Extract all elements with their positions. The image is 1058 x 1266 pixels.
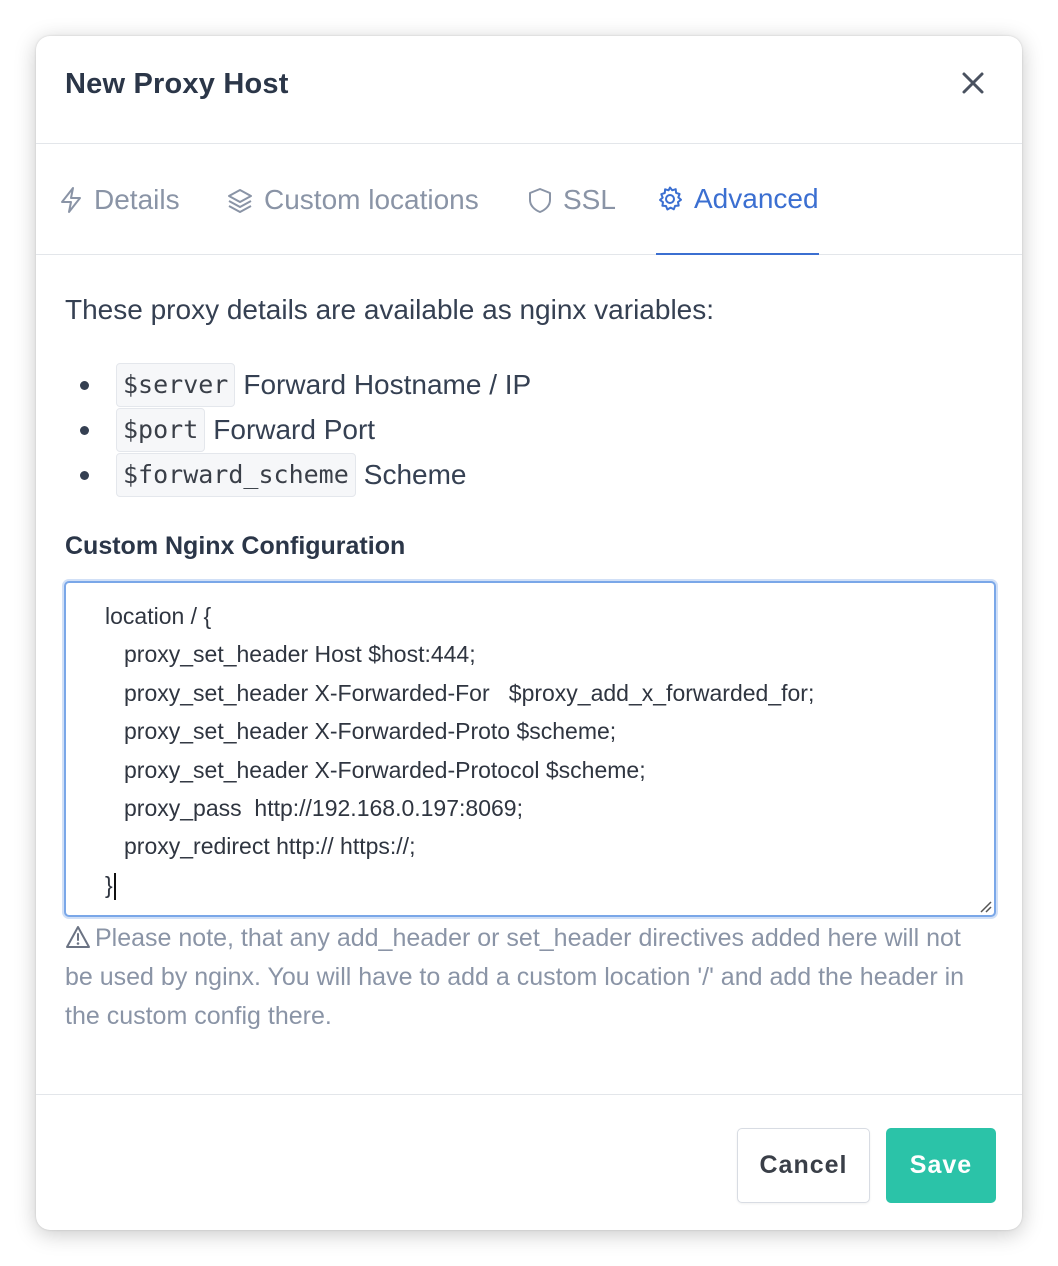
code-line-text: } (105, 871, 113, 898)
variable-description: Forward Hostname / IP (243, 368, 532, 400)
tab-custom-locations[interactable]: Custom locations (226, 145, 479, 255)
list-item: $port Forward Port (79, 407, 531, 452)
cancel-button[interactable]: Cancel (737, 1128, 870, 1203)
save-button[interactable]: Save (886, 1128, 996, 1203)
tab-bar: Details Custom locations SSL Advanced (36, 145, 1022, 255)
text-cursor (113, 873, 116, 901)
variable-description: Scheme (363, 458, 467, 490)
tab-ssl[interactable]: SSL (527, 145, 616, 255)
tab-label: Details (94, 184, 180, 215)
new-proxy-host-modal: New Proxy Host Details Custom locations (36, 36, 1022, 1230)
code-line: proxy_set_header X-Forwarded-Protocol $s… (124, 756, 646, 783)
code-line: proxy_redirect http:// https://; (124, 833, 416, 860)
list-item: $server Forward Hostname / IP (79, 362, 532, 407)
tab-label: Advanced (694, 183, 819, 214)
config-label: Custom Nginx Configuration (65, 532, 406, 560)
resize-grip-icon[interactable] (976, 897, 992, 913)
modal-header: New Proxy Host (36, 36, 1022, 144)
gear-icon (659, 186, 682, 211)
code-line: proxy_set_header X-Forwarded-For $proxy_… (124, 679, 815, 706)
code-line: location / { (105, 603, 212, 629)
variable-code: $port (116, 407, 206, 452)
variables-list: $server Forward Hostname / IP $port Forw… (79, 362, 532, 497)
note-text: Please note, that any add_header or set_… (65, 924, 965, 1030)
shield-icon (529, 188, 551, 213)
tab-advanced[interactable]: Advanced (656, 145, 819, 255)
code-line: proxy_set_header X-Forwarded-Proto $sche… (124, 718, 617, 745)
tab-details[interactable]: Details (58, 145, 180, 255)
code-line: proxy_set_header Host $host:444; (124, 641, 476, 668)
config-note: Please note, that any add_header or set_… (65, 919, 995, 1036)
variable-code: $forward_scheme (116, 452, 356, 497)
variable-code: $server (116, 362, 236, 407)
tab-label: SSL (563, 184, 616, 215)
code-line: proxy_pass http://192.168.0.197:8069; (124, 794, 523, 821)
modal-footer: Cancel Save (36, 1094, 1022, 1230)
variable-description: Forward Port (213, 413, 376, 445)
list-item: $forward_scheme Scheme (79, 452, 531, 497)
tab-label: Custom locations (264, 184, 479, 215)
layers-icon (228, 189, 252, 213)
variables-intro: These proxy details are available as ngi… (65, 294, 715, 325)
warning-icon (66, 926, 90, 948)
modal-title: New Proxy Host (65, 68, 289, 100)
bolt-icon (61, 187, 81, 213)
close-icon[interactable] (956, 66, 990, 100)
nginx-config-textarea[interactable]: location / { proxy_set_header Host $host… (64, 581, 996, 917)
code-line-last: } (66, 866, 994, 904)
